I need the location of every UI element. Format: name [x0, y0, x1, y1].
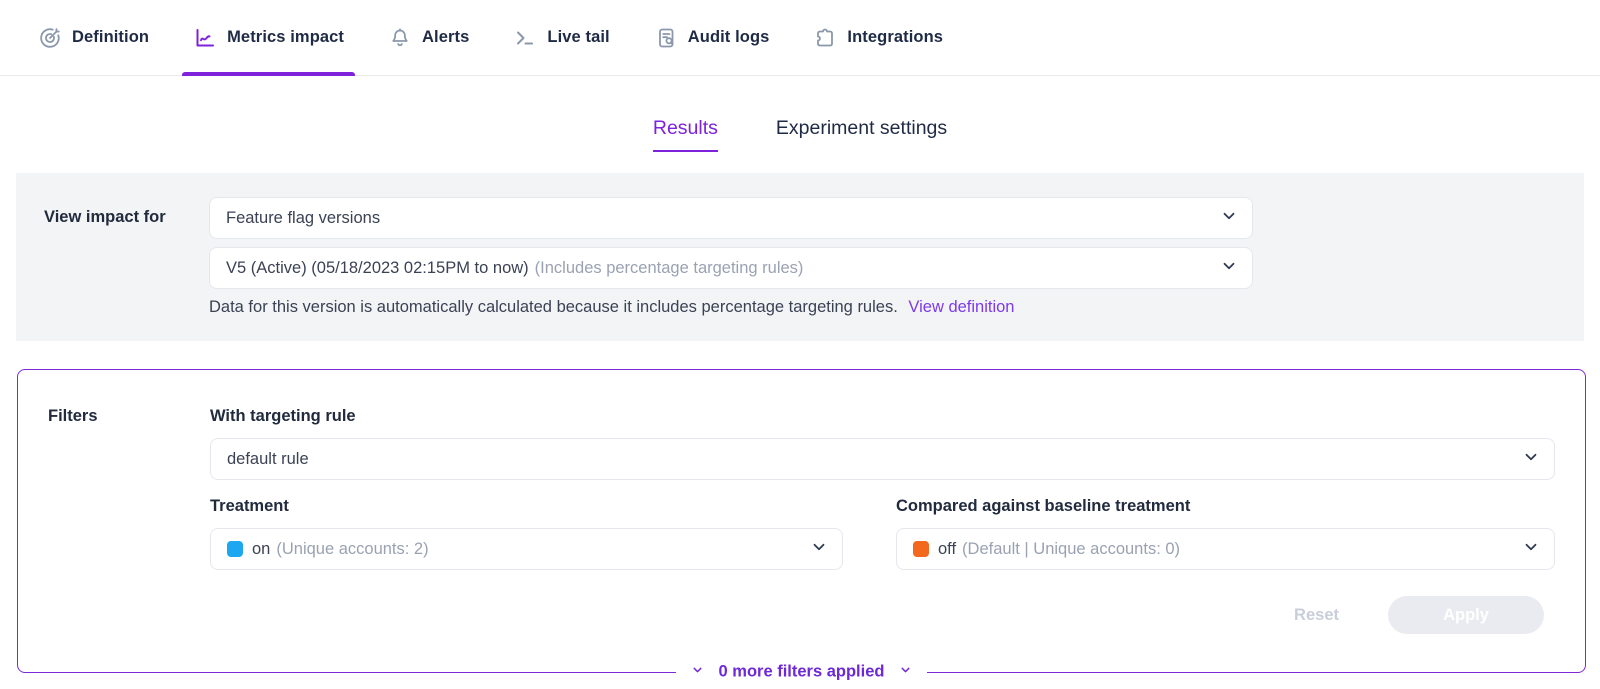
view-impact-label: View impact for: [44, 197, 209, 317]
nav-label-integrations: Integrations: [847, 28, 943, 47]
targeting-rule-label: With targeting rule: [210, 407, 1555, 426]
treatment-label: Treatment: [210, 497, 843, 516]
nav-label-definition: Definition: [72, 28, 149, 47]
chevron-down-icon: [1220, 257, 1238, 280]
nav-label-audit-logs: Audit logs: [688, 28, 770, 47]
filters-panel: Filters With targeting rule default rule…: [17, 369, 1586, 673]
nav-tab-live-tail[interactable]: Live tail: [513, 0, 609, 75]
chart-line-icon: [193, 26, 217, 50]
chevron-down-icon: [899, 663, 912, 682]
nav-tab-definition[interactable]: Definition: [38, 0, 149, 75]
view-impact-section: View impact for Feature flag versions V5…: [16, 173, 1584, 341]
top-navigation: Definition Metrics impact Alerts: [0, 0, 1600, 76]
treatment-select[interactable]: on (Unique accounts: 2): [210, 528, 843, 570]
terminal-icon: [513, 26, 537, 50]
chevron-down-icon: [810, 538, 828, 561]
chevron-down-icon: [1522, 448, 1540, 471]
target-dart-icon: [38, 26, 62, 50]
reset-button[interactable]: Reset: [1294, 606, 1339, 625]
baseline-treatment-select[interactable]: off (Default | Unique accounts: 0): [896, 528, 1555, 570]
targeting-rule-value: default rule: [227, 450, 1522, 469]
flag-version-select[interactable]: V5 (Active) (05/18/2023 02:15PM to now) …: [209, 247, 1253, 289]
baseline-color-swatch: [913, 541, 929, 557]
impact-type-select[interactable]: Feature flag versions: [209, 197, 1253, 239]
targeting-rule-select[interactable]: default rule: [210, 438, 1555, 480]
nav-label-live-tail: Live tail: [547, 28, 609, 47]
document-search-icon: [654, 26, 678, 50]
flag-version-note: (Includes percentage targeting rules): [535, 259, 804, 278]
baseline-treatment-label: Compared against baseline treatment: [896, 497, 1555, 516]
filters-title: Filters: [48, 407, 210, 672]
impact-type-value: Feature flag versions: [226, 209, 1220, 228]
treatment-detail: (Unique accounts: 2): [276, 540, 428, 559]
nav-tab-alerts[interactable]: Alerts: [388, 0, 469, 75]
puzzle-icon: [813, 26, 837, 50]
more-filters-label: 0 more filters applied: [719, 663, 885, 682]
baseline-value: off: [938, 540, 956, 559]
more-filters-toggle[interactable]: 0 more filters applied: [676, 663, 928, 682]
tab-experiment-settings[interactable]: Experiment settings: [776, 117, 947, 152]
tab-results[interactable]: Results: [653, 117, 718, 152]
chevron-down-icon: [691, 663, 704, 682]
nav-tab-audit-logs[interactable]: Audit logs: [654, 0, 770, 75]
treatment-color-swatch: [227, 541, 243, 557]
version-helper-text: Data for this version is automatically c…: [209, 298, 1253, 317]
nav-label-alerts: Alerts: [422, 28, 469, 47]
apply-button[interactable]: Apply: [1388, 596, 1544, 634]
nav-tab-integrations[interactable]: Integrations: [813, 0, 943, 75]
view-definition-link[interactable]: View definition: [908, 298, 1014, 316]
nav-label-metrics-impact: Metrics impact: [227, 28, 344, 47]
flag-version-value: V5 (Active) (05/18/2023 02:15PM to now): [226, 259, 529, 278]
treatment-value: on: [252, 540, 270, 559]
chevron-down-icon: [1220, 207, 1238, 230]
baseline-detail: (Default | Unique accounts: 0): [962, 540, 1180, 559]
nav-tab-metrics-impact[interactable]: Metrics impact: [193, 0, 344, 75]
results-tab-bar: Results Experiment settings: [0, 117, 1600, 152]
bell-icon: [388, 26, 412, 50]
chevron-down-icon: [1522, 538, 1540, 561]
